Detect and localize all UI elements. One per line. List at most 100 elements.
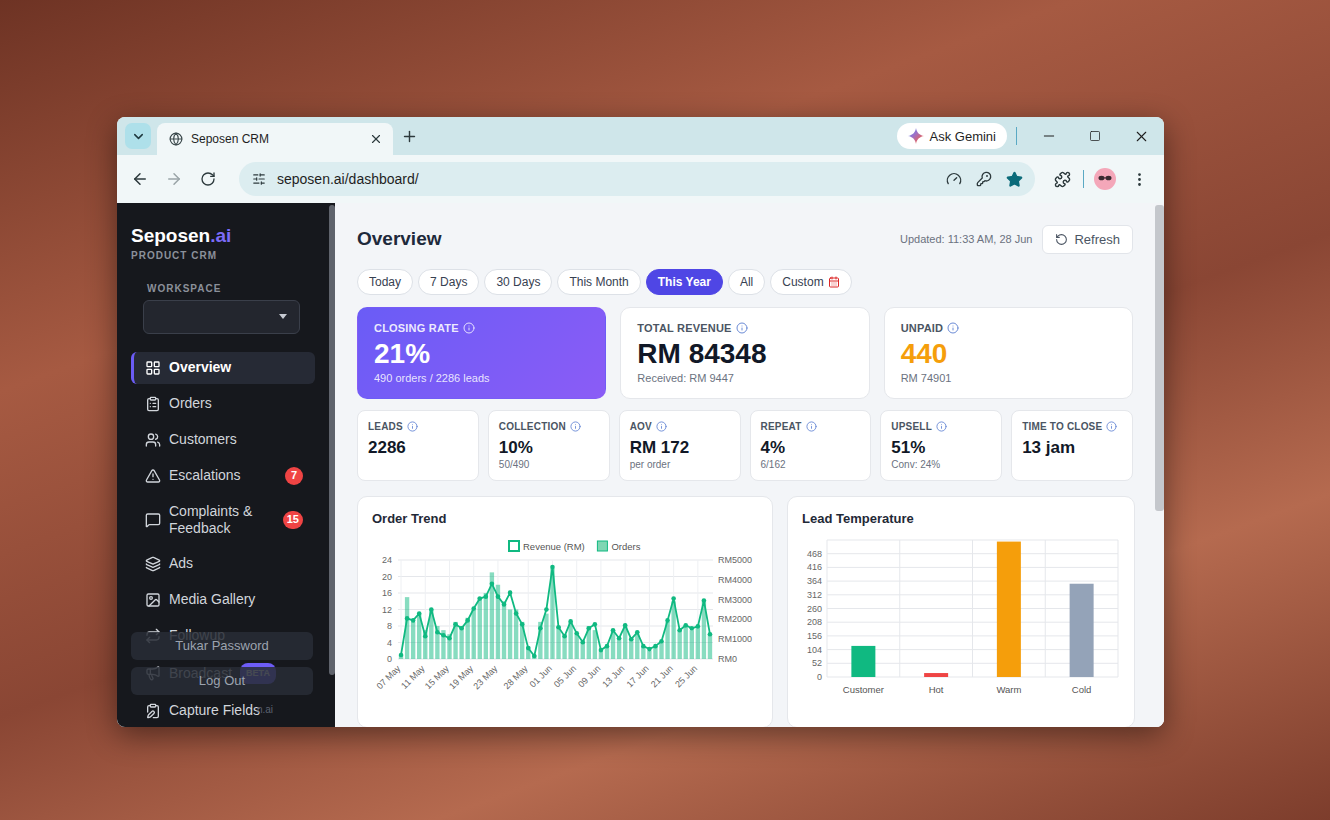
revenue-point[interactable]: [532, 654, 537, 659]
site-info-button[interactable]: [245, 165, 273, 193]
order-bar[interactable]: [459, 626, 463, 659]
revenue-point[interactable]: [562, 634, 567, 639]
bookmark-button[interactable]: [999, 164, 1029, 194]
account-menu-item[interactable]: Tukar Password: [131, 632, 313, 660]
reload-button[interactable]: [191, 162, 225, 196]
order-bar[interactable]: [696, 626, 700, 659]
legend-item[interactable]: Orders: [597, 541, 640, 552]
revenue-point[interactable]: [423, 634, 428, 639]
revenue-point[interactable]: [689, 626, 694, 631]
revenue-point[interactable]: [411, 618, 416, 623]
workspace-select[interactable]: [143, 300, 300, 334]
revenue-point[interactable]: [502, 602, 507, 607]
revenue-point[interactable]: [490, 582, 495, 587]
revenue-point[interactable]: [556, 625, 561, 630]
revenue-point[interactable]: [574, 631, 579, 636]
order-bar[interactable]: [575, 634, 579, 659]
order-bar[interactable]: [435, 626, 439, 659]
password-button[interactable]: [969, 164, 999, 194]
sidebar-item[interactable]: Capture Fields: [131, 695, 315, 727]
order-bar[interactable]: [690, 630, 694, 659]
info-icon[interactable]: [407, 421, 418, 432]
revenue-point[interactable]: [471, 606, 476, 611]
order-bar[interactable]: [678, 630, 682, 659]
revenue-point[interactable]: [641, 644, 646, 649]
revenue-point[interactable]: [623, 623, 628, 628]
revenue-point[interactable]: [435, 630, 440, 635]
range-pill[interactable]: All: [728, 269, 765, 295]
info-icon[interactable]: [1106, 421, 1117, 432]
revenue-point[interactable]: [599, 648, 604, 653]
revenue-point[interactable]: [465, 618, 470, 623]
sidebar-item[interactable]: Escalations7: [131, 460, 315, 492]
order-bar[interactable]: [605, 647, 609, 659]
order-bar[interactable]: [526, 647, 530, 659]
order-bar[interactable]: [659, 643, 663, 660]
revenue-point[interactable]: [520, 622, 525, 627]
sidebar-item[interactable]: Complaints & Feedback15: [131, 496, 315, 544]
order-bar[interactable]: [684, 626, 688, 659]
scrollbar-thumb[interactable]: [329, 205, 335, 675]
revenue-point[interactable]: [580, 640, 585, 645]
info-icon[interactable]: [806, 421, 817, 432]
minimize-button[interactable]: [1026, 117, 1072, 155]
browser-tab[interactable]: Seposen CRM: [157, 123, 393, 155]
order-bar[interactable]: [490, 573, 494, 660]
order-bar[interactable]: [647, 651, 651, 659]
range-pill[interactable]: Custom: [770, 269, 851, 295]
range-pill[interactable]: 30 Days: [484, 269, 552, 295]
order-bar[interactable]: [538, 622, 542, 659]
close-tab-icon[interactable]: [369, 132, 383, 146]
revenue-point[interactable]: [708, 632, 713, 637]
revenue-point[interactable]: [514, 611, 519, 616]
info-icon[interactable]: [463, 322, 475, 334]
order-bar[interactable]: [641, 647, 645, 659]
lead-bar[interactable]: [851, 646, 875, 677]
performance-button[interactable]: [939, 164, 969, 194]
account-menu-item[interactable]: Log Out: [131, 667, 313, 695]
sidebar-item[interactable]: Overview: [131, 352, 315, 384]
main-scrollbar[interactable]: [1155, 203, 1164, 727]
range-pill[interactable]: 7 Days: [418, 269, 479, 295]
revenue-point[interactable]: [441, 633, 446, 638]
refresh-button[interactable]: Refresh: [1042, 225, 1133, 254]
new-tab-button[interactable]: [395, 122, 423, 150]
revenue-point[interactable]: [629, 637, 634, 642]
lead-bar[interactable]: [997, 542, 1021, 677]
range-pill[interactable]: This Year: [646, 269, 723, 295]
revenue-point[interactable]: [665, 618, 670, 623]
info-icon[interactable]: [656, 421, 667, 432]
tab-search-button[interactable]: [125, 123, 151, 149]
revenue-point[interactable]: [417, 611, 422, 616]
revenue-point[interactable]: [484, 595, 489, 600]
info-icon[interactable]: [570, 421, 581, 432]
revenue-point[interactable]: [683, 623, 688, 628]
maximize-button[interactable]: [1072, 117, 1118, 155]
url-text[interactable]: seposen.ai/dashboard/: [277, 171, 419, 187]
revenue-point[interactable]: [587, 626, 592, 631]
sidebar-item[interactable]: Media Gallery: [131, 584, 315, 616]
revenue-point[interactable]: [453, 622, 458, 627]
revenue-point[interactable]: [593, 622, 598, 627]
revenue-point[interactable]: [635, 630, 640, 635]
revenue-point[interactable]: [617, 636, 622, 641]
revenue-point[interactable]: [526, 646, 531, 651]
revenue-point[interactable]: [659, 639, 664, 644]
range-pill[interactable]: This Month: [557, 269, 640, 295]
forward-button[interactable]: [157, 162, 191, 196]
revenue-point[interactable]: [544, 607, 549, 612]
scrollbar-thumb[interactable]: [1155, 205, 1164, 511]
sidebar-item[interactable]: Orders: [131, 388, 315, 420]
order-bar[interactable]: [441, 630, 445, 659]
revenue-point[interactable]: [447, 636, 452, 641]
order-bar[interactable]: [581, 643, 585, 660]
order-bar[interactable]: [653, 647, 657, 659]
order-bar[interactable]: [617, 639, 621, 660]
order-bar[interactable]: [544, 614, 548, 659]
info-icon[interactable]: [936, 421, 947, 432]
revenue-point[interactable]: [653, 644, 658, 649]
order-bar[interactable]: [496, 585, 500, 659]
order-bar[interactable]: [478, 597, 482, 659]
order-bar[interactable]: [484, 593, 488, 659]
range-pill[interactable]: Today: [357, 269, 413, 295]
